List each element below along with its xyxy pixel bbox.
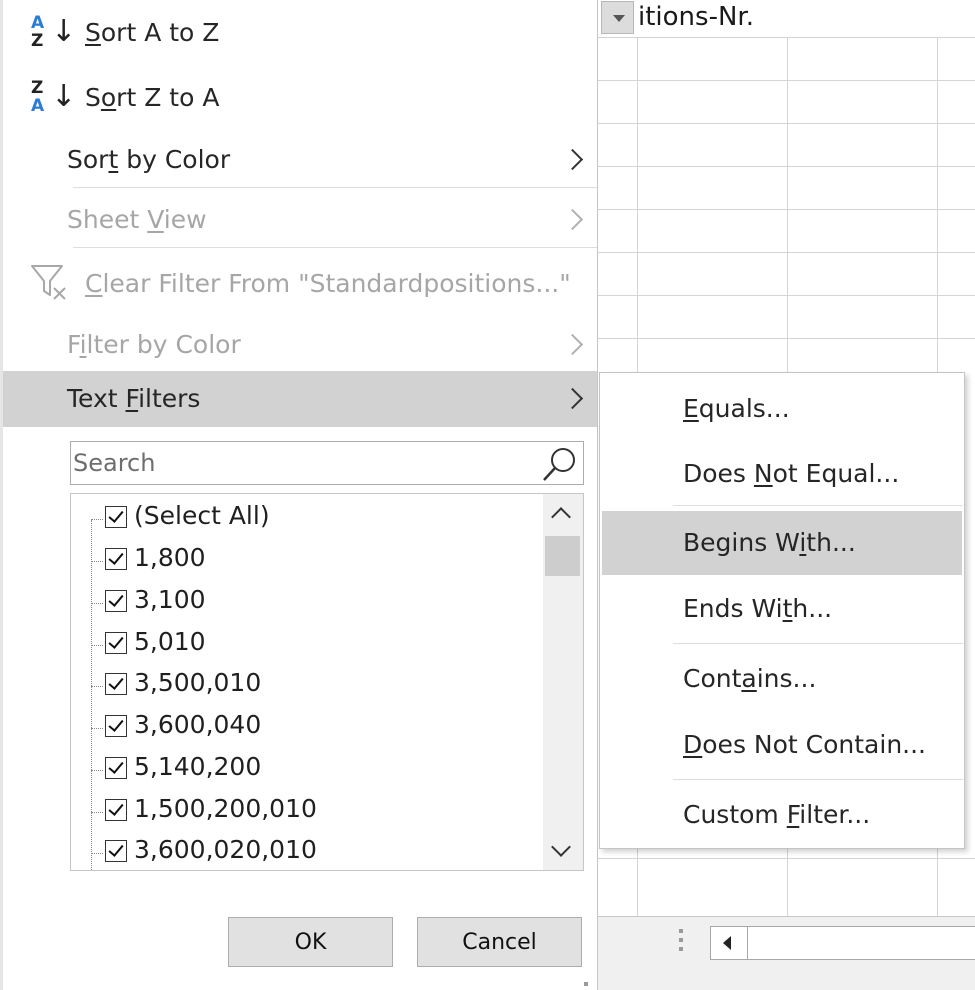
- checkbox[interactable]: [105, 548, 127, 570]
- clear-filter-icon: [31, 265, 66, 300]
- ok-button[interactable]: OK: [228, 917, 393, 967]
- menu-item-label: Sort A to Z: [85, 18, 220, 47]
- chevron-right-icon: [561, 387, 584, 410]
- search-box[interactable]: [70, 441, 584, 485]
- list-item[interactable]: 3,600,020,010: [71, 831, 541, 870]
- autofilter-dropdown: A Z ↓ Sort A to Z Z A ↓ Sort Z to A Sort…: [0, 0, 598, 990]
- submenu-item-label: Contains...: [683, 664, 817, 693]
- checkbox[interactable]: [105, 799, 127, 821]
- list-item[interactable]: (Select All): [71, 497, 541, 537]
- list-item[interactable]: 3,100: [71, 581, 541, 621]
- menu-item-label: Sort by Color: [67, 145, 231, 174]
- scroll-left-icon[interactable]: [711, 927, 748, 959]
- gridline: [598, 37, 975, 38]
- submenu-item-label: Does Not Contain...: [683, 730, 927, 759]
- gridline: [598, 295, 975, 296]
- gridline: [598, 123, 975, 124]
- submenu-item-custom-filter[interactable]: Custom Filter...: [602, 787, 962, 843]
- list-item[interactable]: 3,500,010: [71, 664, 541, 704]
- checkbox[interactable]: [105, 715, 127, 737]
- menu-separator: [673, 643, 963, 644]
- menu-item-label: Text Filters: [67, 384, 201, 413]
- sort-ascending-icon: A Z ↓: [31, 13, 77, 51]
- checkbox[interactable]: [105, 632, 127, 654]
- submenu-item-label: Ends With...: [683, 594, 833, 623]
- list-item[interactable]: 1,500,200,010: [71, 790, 541, 830]
- scrollbar-thumb[interactable]: [545, 536, 580, 576]
- checkbox[interactable]: [105, 757, 127, 779]
- filter-dropdown-button[interactable]: [601, 1, 634, 34]
- submenu-item-contains[interactable]: Contains...: [602, 651, 962, 707]
- chevron-right-icon: [561, 333, 584, 356]
- submenu-item-ends-with[interactable]: Ends With...: [602, 581, 962, 637]
- column-header-text: itions-Nr.: [638, 2, 754, 32]
- menu-item-label: Clear Filter From "Standardpositions...": [85, 269, 571, 298]
- submenu-item-begins-with[interactable]: Begins With...: [602, 511, 962, 575]
- chevron-up-icon[interactable]: [551, 507, 571, 527]
- menu-separator: [673, 505, 963, 506]
- submenu-item-label: Does Not Equal...: [683, 459, 900, 488]
- sheet-tab-bar: [598, 916, 975, 990]
- sort-descending-icon: Z A ↓: [31, 78, 77, 116]
- menu-item-label: Sheet View: [67, 205, 207, 234]
- gridline: [598, 858, 975, 859]
- vertical-scrollbar[interactable]: [543, 494, 583, 870]
- text-filters-submenu: Equals... Does Not Equal... Begins With.…: [599, 372, 965, 849]
- gridline: [598, 338, 975, 339]
- menu-item-sheet-view: Sheet View: [3, 196, 597, 246]
- menu-item-label: Filter by Color: [67, 330, 241, 359]
- column-header-cell[interactable]: itions-Nr.: [598, 0, 975, 37]
- list-item[interactable]: 1,800: [71, 539, 541, 579]
- menu-item-sort-a-to-z[interactable]: A Z ↓ Sort A to Z: [3, 10, 597, 60]
- horizontal-scrollbar[interactable]: [710, 926, 975, 960]
- menu-item-filter-by-color: Filter by Color: [3, 320, 597, 370]
- tab-split-handle[interactable]: [678, 929, 684, 959]
- value-list[interactable]: (Select All) 1,800 3,100 5,010 3,500,010…: [70, 493, 584, 871]
- checkbox[interactable]: [105, 673, 127, 695]
- menu-item-clear-filter: Clear Filter From "Standardpositions...": [3, 258, 597, 314]
- search-input[interactable]: [73, 444, 533, 482]
- menu-item-text-filters[interactable]: Text Filters: [3, 371, 597, 427]
- menu-item-sort-z-to-a[interactable]: Z A ↓ Sort Z to A: [3, 75, 597, 125]
- list-item[interactable]: 5,140,200: [71, 748, 541, 788]
- gridline: [598, 252, 975, 253]
- list-item[interactable]: 5,010: [71, 623, 541, 663]
- checkbox[interactable]: [105, 590, 127, 612]
- menu-separator: [73, 247, 597, 248]
- gridline: [598, 80, 975, 81]
- chevron-down-icon[interactable]: [551, 837, 571, 857]
- chevron-right-icon: [561, 208, 584, 231]
- cancel-button[interactable]: Cancel: [417, 917, 582, 967]
- menu-item-label: Sort Z to A: [85, 83, 220, 112]
- list-item[interactable]: 3,600,040: [71, 706, 541, 746]
- submenu-item-equals[interactable]: Equals...: [602, 381, 962, 437]
- submenu-item-label: Equals...: [683, 394, 790, 423]
- checkbox[interactable]: [105, 506, 127, 528]
- chevron-right-icon: [561, 148, 584, 171]
- submenu-item-does-not-contain[interactable]: Does Not Contain...: [602, 717, 962, 773]
- submenu-item-label: Begins With...: [683, 528, 856, 557]
- checkbox[interactable]: [105, 840, 127, 862]
- search-icon[interactable]: [541, 445, 579, 483]
- gridline: [598, 209, 975, 210]
- gridline: [598, 166, 975, 167]
- submenu-item-label: Custom Filter...: [683, 800, 871, 829]
- menu-separator: [73, 187, 597, 188]
- menu-separator: [673, 779, 963, 780]
- submenu-item-does-not-equal[interactable]: Does Not Equal...: [602, 446, 962, 502]
- resize-grip[interactable]: [584, 982, 588, 986]
- menu-item-sort-by-color[interactable]: Sort by Color: [3, 136, 597, 186]
